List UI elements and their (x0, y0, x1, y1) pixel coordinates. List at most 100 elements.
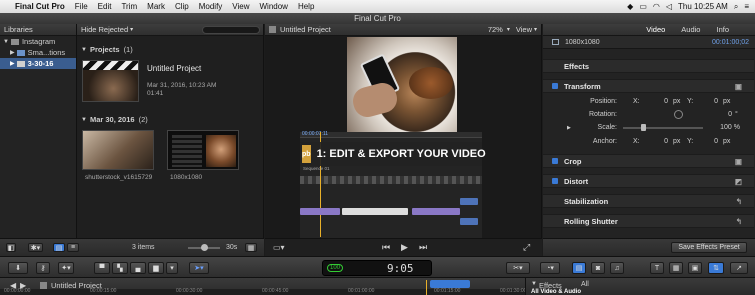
disclosure-icon[interactable]: ▶ (10, 49, 15, 56)
clip-thumbnail[interactable] (82, 130, 154, 170)
fullscreen-icon[interactable]: ⤢ (523, 242, 530, 253)
menu-file[interactable]: File (70, 2, 93, 11)
reset-icon[interactable]: ↰ (736, 217, 742, 226)
enhance-button[interactable]: ✦▾ (58, 262, 74, 274)
filmstrip-view-icon[interactable]: ▤ (53, 243, 65, 252)
append-clip-button[interactable]: ▄ (130, 262, 146, 274)
titles-browser-button[interactable]: T (650, 262, 664, 274)
rotation-value[interactable]: 0 (728, 111, 732, 118)
disclosure-icon[interactable]: ▶ (10, 60, 15, 67)
play-icon[interactable]: ▶ (401, 242, 408, 253)
wifi-icon[interactable]: ◠ (653, 2, 660, 11)
browser-search-field[interactable] (202, 25, 260, 34)
overwrite-clip-button[interactable]: ▆ (148, 262, 164, 274)
connect-clip-button[interactable]: ▀ (94, 262, 110, 274)
tab-info[interactable]: Info (716, 25, 729, 34)
insert-clip-button[interactable]: ▚ (112, 262, 128, 274)
scale-disclosure-icon[interactable]: ▶ (567, 125, 571, 131)
next-edit-icon[interactable]: ⏭ (419, 242, 427, 253)
disclosure-icon[interactable]: ▼ (3, 39, 9, 45)
settings-icon[interactable]: ▦ (245, 243, 257, 252)
list-icon[interactable]: ≡ (744, 2, 749, 11)
menu-view[interactable]: View (227, 2, 254, 11)
keyword-button[interactable]: ⚷ (36, 262, 50, 274)
position-x-value[interactable]: 0 (664, 98, 668, 105)
edit-mode-button[interactable]: ▾ (166, 262, 178, 274)
effects-category[interactable]: All Video & Audio (531, 289, 581, 295)
scale-slider-knob[interactable] (641, 124, 646, 131)
transform-checkbox[interactable] (552, 83, 558, 89)
library-item-instagram[interactable]: ▼ Instagram (0, 36, 76, 47)
video-frame[interactable] (347, 37, 457, 132)
distort-onscreen-icon[interactable]: ◩ (735, 177, 742, 186)
clip-thumbnail[interactable] (167, 130, 239, 170)
dropbox-icon[interactable]: ◆ (627, 2, 633, 11)
effects-filter[interactable]: All (581, 281, 589, 288)
rotation-dial[interactable] (674, 110, 683, 119)
stabilization-section[interactable]: Stabilization ↰ (543, 194, 754, 208)
crop-section[interactable]: Crop ▣ (543, 154, 754, 168)
list-view-icon[interactable]: ≡ (67, 243, 79, 252)
distort-section[interactable]: Distort ◩ (543, 174, 754, 188)
project-name[interactable]: Untitled Project (147, 64, 201, 73)
menu-mark[interactable]: Mark (142, 2, 170, 11)
anchor-y-value[interactable]: 0 (714, 138, 718, 145)
crop-checkbox[interactable] (552, 158, 558, 164)
previous-edit-icon[interactable]: ⏮ (382, 242, 390, 253)
disclosure-icon[interactable]: ▼ (81, 117, 87, 123)
menu-clock[interactable]: Thu 10:25 AM (678, 2, 728, 11)
view-menu[interactable]: View (516, 25, 532, 34)
timeline-index-icon[interactable] (430, 280, 470, 288)
timeline-ruler[interactable]: 00:00:00:00 00:00:15:00 00:00:30:00 00:0… (0, 288, 526, 295)
reset-icon[interactable]: ↰ (736, 197, 742, 206)
anchor-x-value[interactable]: 0 (664, 138, 668, 145)
zoom-duration[interactable]: 30s (226, 244, 237, 251)
timeline-playhead[interactable] (426, 280, 427, 295)
volume-icon[interactable]: ◁ (666, 2, 672, 11)
distort-checkbox[interactable] (552, 178, 558, 184)
effects-section[interactable]: Effects (543, 59, 754, 73)
scale-slider[interactable] (623, 127, 703, 129)
chevron-down-icon[interactable]: ▾ (534, 26, 537, 33)
share-button[interactable]: ↗ (730, 262, 748, 274)
scale-value[interactable]: 100 % (720, 124, 740, 131)
menu-modify[interactable]: Modify (194, 2, 228, 11)
gear-icon[interactable]: ✱▾ (28, 243, 43, 252)
filter-chevron-icon[interactable]: ▾ (130, 26, 133, 33)
blade-tool-button[interactable]: ✂▾ (506, 262, 530, 274)
project-thumbnail[interactable] (82, 60, 139, 102)
menu-app-name[interactable]: Final Cut Pro (10, 2, 70, 11)
chevron-down-icon[interactable]: ▾ (507, 26, 510, 33)
transform-onscreen-icon[interactable]: ▣ (735, 82, 742, 91)
viewer-zoom[interactable]: 72% (488, 25, 503, 34)
import-media-button[interactable]: ⬇ (8, 262, 28, 274)
speed-button[interactable]: ◔▾ (540, 262, 560, 274)
filter-popup[interactable]: Hide Rejected (77, 25, 128, 34)
menu-window[interactable]: Window (255, 2, 293, 11)
photo-browser-button[interactable]: ◙ (591, 262, 605, 274)
select-tool-button[interactable]: ➤▾ (189, 262, 209, 274)
position-y-value[interactable]: 0 (714, 98, 718, 105)
menu-clip[interactable]: Clip (170, 2, 194, 11)
battery-icon[interactable]: ▭ (639, 2, 647, 11)
show-inspector-button[interactable]: ▤ (572, 262, 586, 274)
generators-browser-button[interactable]: ▦ (669, 262, 683, 274)
transform-section[interactable]: Transform ▣ (543, 79, 754, 93)
library-item-event[interactable]: ▶ 3-30-16 (0, 58, 76, 69)
crop-onscreen-icon[interactable]: ▣ (735, 157, 742, 166)
clip-height-knob[interactable] (201, 244, 208, 251)
date-group-header[interactable]: ▼ Mar 30, 2016 (2) (81, 114, 148, 125)
rolling-shutter-section[interactable]: Rolling Shutter ↰ (543, 214, 754, 228)
projects-group-header[interactable]: ▼ Projects (1) (81, 44, 133, 55)
menu-help[interactable]: Help (293, 2, 319, 11)
dashboard-timecode[interactable]: 9:05 (387, 262, 414, 275)
disclosure-icon[interactable]: ▼ (81, 47, 87, 53)
themes-browser-button[interactable]: ▣ (688, 262, 702, 274)
menu-trim[interactable]: Trim (116, 2, 142, 11)
search-icon[interactable]: ⌕ (734, 2, 738, 12)
sidebar-toggle-icon[interactable]: ◧ (6, 243, 16, 252)
background-tasks-button[interactable]: ⇅ (708, 262, 724, 274)
menu-edit[interactable]: Edit (93, 2, 117, 11)
tab-audio[interactable]: Audio (681, 25, 700, 34)
viewer-options-icon[interactable]: ▭▾ (273, 243, 285, 252)
